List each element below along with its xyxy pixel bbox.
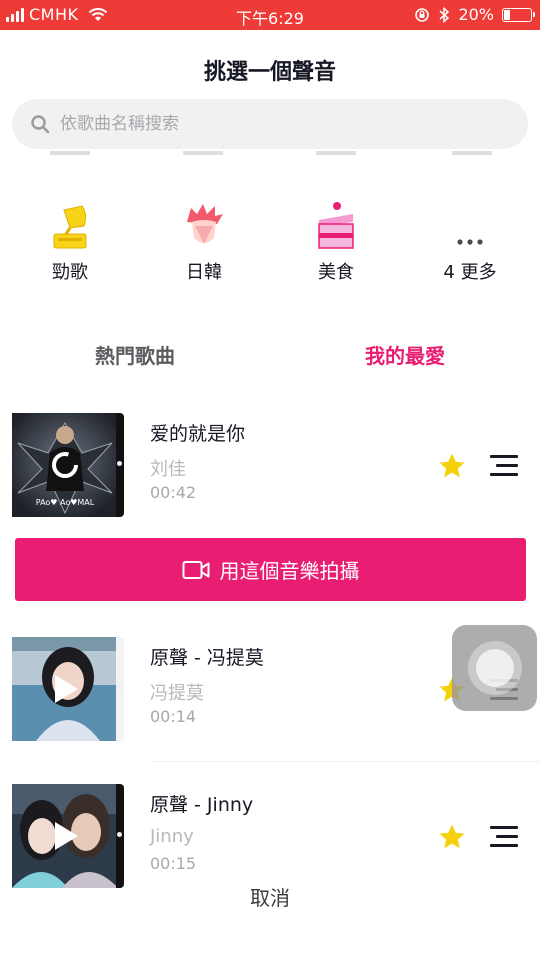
disc-edge <box>116 637 124 741</box>
loading-spinner-icon <box>52 452 78 478</box>
cut-label <box>50 151 90 155</box>
cake-icon <box>318 202 354 249</box>
search-bar[interactable] <box>12 99 528 149</box>
favorite-star-icon[interactable] <box>437 451 467 481</box>
cut-label <box>316 151 356 155</box>
bluetooth-icon <box>439 6 450 23</box>
song-cover[interactable] <box>12 637 118 741</box>
search-input[interactable] <box>60 114 490 134</box>
scrolled-category-row <box>0 151 540 161</box>
category-item[interactable]: 日韓 <box>149 200 259 284</box>
favorite-star-icon[interactable] <box>437 822 467 852</box>
category-label: 4 更多 <box>443 262 497 283</box>
battery-fill <box>504 9 510 20</box>
status-right: 20% <box>414 5 535 24</box>
cut-label <box>452 151 492 155</box>
tab-my-favorites[interactable]: 我的最愛 <box>270 340 540 369</box>
video-camera-icon <box>182 560 209 579</box>
song-duration: 00:15 <box>150 854 197 873</box>
use-this-music-button[interactable]: 用這個音樂拍攝 <box>15 538 526 601</box>
song-duration: 00:14 <box>150 707 197 726</box>
gramophone-icon <box>53 205 87 249</box>
row-divider <box>150 761 540 762</box>
category-label: 美食 <box>318 262 354 283</box>
song-artist: Jinny <box>150 826 194 847</box>
song-cover[interactable]: PAo♥ Ao♥MAL <box>12 413 118 517</box>
tab-bar: 熱門歌曲 我的最愛 <box>0 340 540 380</box>
song-row[interactable]: PAo♥ Ao♥MAL 爱的就是你 刘佳 00:42 <box>0 413 540 523</box>
rotation-lock-icon <box>415 7 430 22</box>
play-icon <box>55 822 78 850</box>
category-item[interactable]: 美食 <box>281 200 391 284</box>
song-artist: 冯提莫 <box>150 683 204 704</box>
sheet-title: 挑選一個聲音 <box>203 60 336 85</box>
song-row[interactable]: 原聲 - Jinny Jinny 00:15 <box>0 784 540 894</box>
category-label: 勁歌 <box>52 262 88 283</box>
song-artist: 刘佳 <box>150 459 186 480</box>
sound-picker-sheet: 挑選一個聲音 勁歌 <box>0 30 540 960</box>
disc-edge <box>116 784 124 888</box>
battery-percent: 20% <box>458 5 494 24</box>
play-icon <box>55 675 78 703</box>
song-title: 爱的就是你 <box>150 423 246 445</box>
add-to-playlist-icon[interactable] <box>490 824 518 848</box>
song-duration: 00:42 <box>150 483 197 502</box>
cut-label <box>183 151 223 155</box>
song-cover[interactable] <box>12 784 118 888</box>
anime-face-icon <box>187 204 223 244</box>
tab-hot-songs[interactable]: 熱門歌曲 <box>0 340 270 369</box>
cancel-button[interactable]: 取消 <box>0 882 540 911</box>
category-item[interactable]: 勁歌 <box>15 200 125 284</box>
song-title: 原聲 - Jinny <box>150 794 254 816</box>
category-item[interactable]: 4 更多 <box>415 200 525 284</box>
use-button-label: 用這個音樂拍攝 <box>219 559 360 583</box>
cover-text: PAo♥ Ao♥MAL <box>36 498 95 507</box>
search-icon <box>31 115 50 134</box>
category-label: 日韓 <box>186 262 222 283</box>
status-bar: CMHK 下午6:29 20% <box>0 0 540 30</box>
more-dots-icon <box>457 239 483 245</box>
disc-edge <box>116 413 124 517</box>
battery-icon <box>502 7 535 22</box>
category-grid: 勁歌 日韓 美食 4 更多 <box>0 200 540 290</box>
assistive-touch-button[interactable] <box>452 625 537 711</box>
song-title: 原聲 - 冯提莫 <box>150 647 264 669</box>
add-to-playlist-icon[interactable] <box>490 453 518 477</box>
assistive-core <box>476 649 514 687</box>
